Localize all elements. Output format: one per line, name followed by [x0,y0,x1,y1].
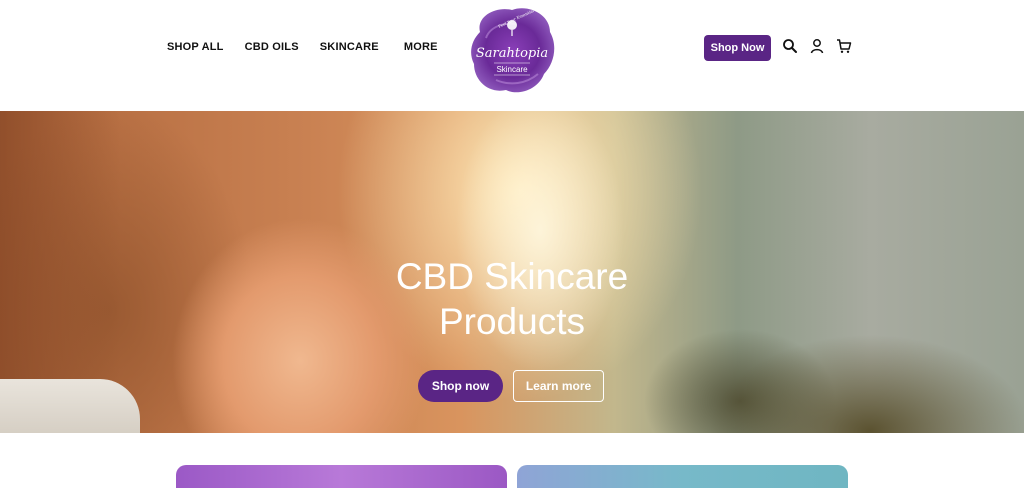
hero-image-sleeve [0,379,140,433]
account-icon[interactable] [809,38,825,54]
hero-learn-more-button[interactable]: Learn more [513,370,604,402]
nav-shop-all[interactable]: SHOP ALL [167,41,224,53]
logo-sub: Skincare [496,65,528,74]
shop-now-button[interactable]: Shop Now [704,35,771,61]
search-icon[interactable] [782,38,798,54]
hero-title-line2: Products [438,301,585,342]
site-header: SHOP ALL CBD OILS SKINCARE MORE Feel You… [0,0,1024,111]
main-nav: SHOP ALL CBD OILS SKINCARE MORE [167,41,438,53]
category-card-teal[interactable] [517,465,848,488]
hero-title-line1: CBD Skincare [395,256,629,297]
brand-logo[interactable]: Feel Your Essential Sarahtopia Skincare [466,2,558,96]
category-card-purple[interactable] [176,465,507,488]
nav-cbd-oils[interactable]: CBD OILS [245,41,299,53]
cart-icon[interactable] [836,38,852,54]
hero-shop-now-button[interactable]: Shop now [418,370,503,402]
hero-banner: CBD Skincare Products Shop now Learn mor… [0,111,1024,433]
nav-skincare[interactable]: SKINCARE [320,41,379,53]
logo-brand: Sarahtopia [476,46,548,61]
nav-more[interactable]: MORE [404,41,438,53]
